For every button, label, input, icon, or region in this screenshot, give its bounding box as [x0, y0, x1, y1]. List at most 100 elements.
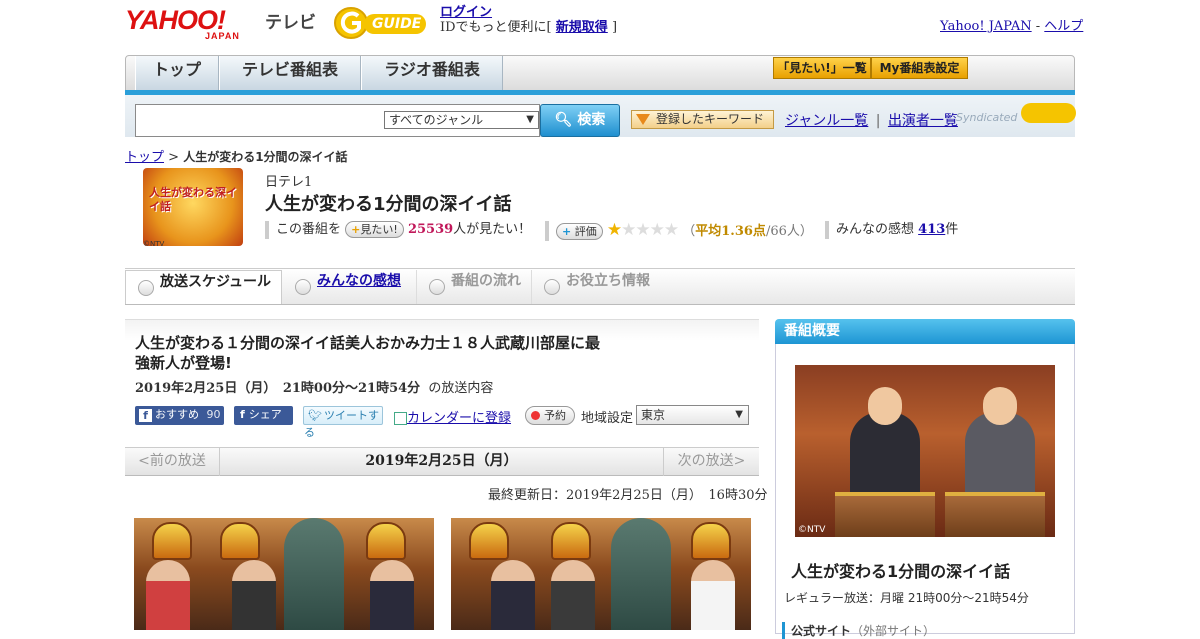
host-face — [868, 387, 902, 425]
person — [146, 560, 190, 630]
program-overview-photo[interactable]: ©NTV — [795, 365, 1055, 537]
reserve-button[interactable]: 予約 — [525, 406, 575, 425]
regular-broadcast-time: レギュラー放送：月曜 21時00分～21時54分 — [784, 591, 1029, 605]
breadcrumb: トップ > 人生が変わる1分間の深イイ話 — [125, 146, 348, 165]
want-to-watch-info: この番組を +見たい! 25539人が見たい！ — [265, 221, 531, 239]
prev-broadcast-link[interactable]: <前の放送 — [125, 447, 220, 476]
yahoo-japan-link[interactable]: Yahoo! JAPAN — [940, 19, 1032, 34]
tweet-button[interactable]: 🐦︎ ツイートする — [303, 406, 383, 439]
program-logo-text: 人生が変わる深イイ話 — [149, 186, 237, 213]
last-updated: 最終更新日：2019年2月25日（月） 16時30分 — [488, 488, 768, 503]
episode-title: 人生が変わる１分間の深イイ話美人おかみ力士１８人武蔵川部屋に最強新人が登場! — [135, 334, 601, 372]
dropdown-arrow-icon — [636, 114, 650, 125]
gguide-mini-logo — [1020, 103, 1076, 123]
play-arrow-icon — [429, 279, 445, 295]
tab-broadcast-schedule-label: 放送スケジュール — [160, 274, 272, 290]
calendar-register-link[interactable]: カレンダーに登録 — [394, 407, 511, 426]
genre-links-divider: | — [875, 113, 881, 129]
podium — [835, 492, 935, 537]
login-note-end: ] — [611, 20, 618, 35]
search-button[interactable]: 🔍︎ 検索 — [540, 104, 620, 137]
search-icon: 🔍︎ — [554, 112, 573, 128]
episode-datetime-suffix: の放送内容 — [428, 381, 494, 396]
nav-tab-radio-schedule[interactable]: ラジオ番組表 — [361, 56, 503, 90]
star-icon: ★ — [635, 220, 650, 240]
tab-useful-info-label: お役立ち情報 — [566, 273, 650, 289]
rating-info: + 評価 ★★★★★ （平均1.36点/66人） — [545, 221, 813, 241]
statue — [611, 518, 671, 630]
tab-broadcast-schedule[interactable]: 放送スケジュール — [125, 270, 282, 304]
help-link[interactable]: ヘルプ — [1044, 19, 1083, 34]
facebook-recommend-button[interactable]: f おすすめ 90 — [135, 406, 224, 425]
official-site-link[interactable]: 公式サイト（外部サイト） — [782, 622, 935, 639]
registered-keywords-button[interactable]: 登録したキーワード — [631, 110, 774, 129]
want-to-watch-post: 人が見たい！ — [453, 222, 532, 237]
tab-comments-label: みんなの感想 — [317, 273, 401, 289]
station-name: 日テレ1 — [265, 175, 313, 190]
gguide-logo-text: GUIDE — [372, 16, 422, 32]
podium — [945, 492, 1045, 537]
facebook-icon: f — [240, 408, 245, 421]
yahoo-japan-logo[interactable]: YAHOO! JAPAN — [125, 6, 239, 41]
set-decoration — [220, 522, 260, 560]
tab-useful-info[interactable]: お役立ち情報 — [531, 270, 666, 304]
miru-list-button[interactable]: 「見たい!」一覧 — [773, 57, 871, 79]
facebook-recommend-label: おすすめ — [155, 408, 199, 421]
breadcrumb-current: 人生が変わる1分間の深イイ話 — [183, 150, 348, 164]
cast-list-link[interactable]: 出演者一覧 — [888, 113, 958, 129]
twitter-bird-icon: 🐦︎ — [308, 409, 322, 422]
registered-keywords-label: 登録したキーワード — [656, 112, 765, 126]
chevron-down-icon — [138, 280, 154, 296]
facebook-recommend-count: 90 — [206, 408, 221, 421]
gguide-logo[interactable]: GUIDE — [334, 6, 432, 40]
episode-photo-1[interactable] — [134, 518, 434, 630]
person — [551, 560, 595, 630]
genre-links: ジャンル一覧 | 出演者一覧 — [785, 110, 958, 130]
tab-program-flow[interactable]: 番組の流れ — [416, 270, 531, 304]
set-decoration — [691, 522, 731, 560]
breadcrumb-sep: > — [164, 150, 184, 165]
sidebar-program-name: 人生が変わる1分間の深イイ話 — [791, 562, 1011, 581]
episode-datetime-line: 2019年2月25日（月） 21時00分～21時54分 の放送内容 — [135, 377, 493, 396]
breadcrumb-top-link[interactable]: トップ — [125, 150, 164, 165]
chevron-down-icon: ▼ — [735, 409, 743, 420]
tab-comments[interactable]: みんなの感想 — [283, 270, 415, 304]
statue — [284, 518, 344, 630]
episode-datetime: 2019年2月25日（月） 21時00分～21時54分 — [135, 381, 421, 396]
region-select[interactable]: 東京 ▼ — [636, 405, 749, 425]
plus-icon: + — [562, 225, 572, 238]
person — [691, 560, 735, 630]
play-arrow-icon — [295, 279, 311, 295]
person — [232, 560, 276, 630]
login-link[interactable]: ログイン — [440, 5, 492, 20]
top-links-sep: - — [1031, 19, 1045, 34]
pager-current-date: 2019年2月25日（月） — [365, 453, 518, 469]
official-site-note: （外部サイト） — [851, 624, 936, 638]
calendar-register-label: カレンダーに登録 — [407, 411, 512, 426]
syndicated-text: Syndicated — [956, 111, 1018, 124]
set-decoration — [469, 522, 509, 560]
rating-count: /66人） — [765, 224, 813, 239]
login-note: IDでもっと便利に[ — [440, 20, 552, 35]
my-schedule-settings-button[interactable]: My番組表設定 — [871, 57, 968, 79]
host-face — [983, 387, 1017, 425]
facebook-share-button[interactable]: f シェア — [234, 406, 293, 425]
genre-list-link[interactable]: ジャンル一覧 — [785, 113, 868, 129]
plus-icon: + — [351, 223, 361, 236]
calendar-icon — [394, 412, 407, 425]
star-icon: ★ — [606, 220, 622, 240]
next-broadcast-link[interactable]: 次の放送> — [663, 447, 759, 476]
set-decoration — [152, 522, 192, 560]
nav-tab-top[interactable]: トップ — [135, 56, 219, 90]
program-logo: 人生が変わる深イイ話 ©NTV — [143, 168, 243, 248]
rating-average: 平均1.36点 — [695, 224, 766, 239]
want-to-watch-button[interactable]: +見たい! — [345, 221, 404, 238]
signup-link[interactable]: 新規取得 — [556, 20, 608, 35]
episode-photo-2[interactable] — [451, 518, 751, 630]
chevron-down-icon: ▼ — [526, 114, 534, 125]
set-decoration — [551, 522, 591, 560]
nav-tab-tv-schedule[interactable]: テレビ番組表 — [219, 56, 361, 90]
rate-button[interactable]: + 評価 — [556, 223, 603, 240]
comments-count-link[interactable]: 413 — [918, 222, 945, 237]
genre-select[interactable]: すべてのジャンル ▼ — [384, 111, 539, 129]
